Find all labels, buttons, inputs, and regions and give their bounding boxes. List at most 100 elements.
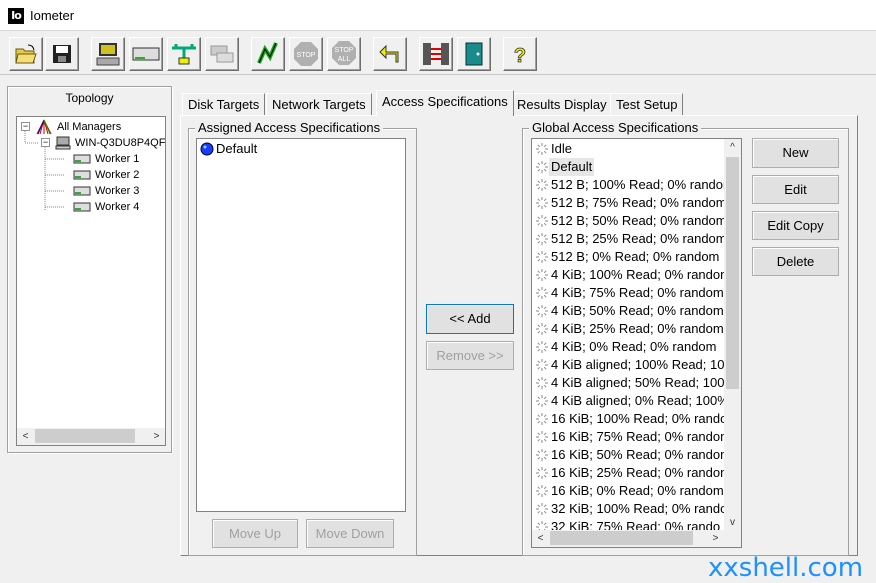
- list-item-label: 16 KiB; 0% Read; 0% random: [551, 483, 724, 498]
- list-item-label: 4 KiB; 25% Read; 0% random: [551, 321, 724, 336]
- toolbar: STOP STOP ALL ?: [0, 33, 876, 75]
- list-item-label: 512 B; 25% Read; 0% random: [551, 231, 727, 246]
- global-vscrollbar[interactable]: ^ v: [724, 139, 741, 531]
- collapse-icon[interactable]: −: [41, 138, 50, 147]
- window-title: Iometer: [30, 8, 75, 23]
- scroll-up-icon[interactable]: ^: [724, 139, 741, 156]
- global-hscrollbar[interactable]: < >: [532, 530, 741, 547]
- topology-tree[interactable]: − All Managers − WIN-Q3DU8P4QF Worker 1 …: [16, 116, 166, 446]
- access-spec-icon: [535, 178, 549, 197]
- save-icon: [53, 45, 71, 63]
- new-button[interactable]: New: [752, 138, 839, 168]
- tree-label: Worker 1: [95, 153, 140, 165]
- list-item-label: 512 B; 0% Read; 0% random: [551, 249, 720, 264]
- new-network-worker-button[interactable]: [167, 37, 201, 71]
- tab-test-setup[interactable]: Test Setup: [610, 93, 684, 116]
- access-spec-icon: [535, 394, 549, 413]
- edit-copy-button[interactable]: Edit Copy: [752, 211, 839, 240]
- list-item-label: 4 KiB aligned; 0% Read; 100%: [551, 393, 729, 408]
- list-item-label: 4 KiB; 0% Read; 0% random: [551, 339, 717, 354]
- scroll-thumb[interactable]: [35, 429, 135, 443]
- list-item-label: 4 KiB aligned; 100% Read; 10: [551, 357, 725, 372]
- stop-all-button[interactable]: STOP ALL: [327, 37, 361, 71]
- watermark: xxshell.com: [708, 553, 864, 583]
- tab-results-display[interactable]: Results Display: [511, 93, 613, 116]
- list-item-label: 16 KiB; 25% Read; 0% random: [551, 465, 731, 480]
- list-item-label: 4 KiB; 50% Read; 0% random: [551, 303, 724, 318]
- scroll-down-icon[interactable]: v: [724, 514, 741, 531]
- worker-disk-icon: [73, 154, 91, 164]
- all-managers-icon: [36, 119, 52, 135]
- global-specs-list[interactable]: Idle Default 512 B; 100% Read; 0% random 51…: [531, 138, 742, 548]
- access-spec-icon: [535, 412, 549, 431]
- new-network-worker-icon: [172, 44, 196, 65]
- tree-label: Worker 2: [95, 169, 140, 181]
- tab-disk-targets[interactable]: Disk Targets: [182, 93, 266, 116]
- app-logo-icon: Io: [8, 8, 24, 24]
- scroll-left-icon[interactable]: <: [532, 530, 549, 547]
- remove-button[interactable]: Remove >>: [426, 341, 514, 370]
- access-spec-icon: [535, 250, 549, 269]
- tab-access-specifications[interactable]: Access Specifications: [376, 90, 514, 116]
- open-button[interactable]: [9, 37, 43, 71]
- access-spec-icon: [535, 286, 549, 305]
- scroll-thumb[interactable]: [550, 531, 693, 545]
- access-spec-icon: [535, 160, 549, 179]
- disconnect-managers-button[interactable]: [419, 37, 453, 71]
- exit-button[interactable]: [457, 37, 491, 71]
- add-button[interactable]: << Add: [426, 304, 514, 334]
- list-item-label: Idle: [551, 141, 572, 156]
- access-spec-icon: [535, 232, 549, 251]
- access-spec-icon: [535, 340, 549, 359]
- assigned-specs-list[interactable]: Default: [196, 138, 406, 512]
- access-spec-icon: [535, 430, 549, 449]
- scroll-right-icon[interactable]: >: [148, 428, 165, 445]
- list-item-label: 4 KiB aligned; 50% Read; 100: [551, 375, 725, 390]
- display-button[interactable]: [91, 37, 125, 71]
- global-specs-label: Global Access Specifications: [529, 120, 702, 135]
- help-label: ?: [514, 45, 526, 67]
- exit-icon: [465, 42, 483, 66]
- access-spec-icon: [535, 466, 549, 485]
- move-up-button[interactable]: Move Up: [212, 519, 298, 548]
- stop-label: STOP: [297, 52, 316, 59]
- access-spec-icon: [535, 304, 549, 323]
- edit-button[interactable]: Edit: [752, 175, 839, 204]
- collapse-icon[interactable]: −: [21, 122, 30, 131]
- display-icon: [96, 43, 120, 66]
- reset-workers-icon: [379, 44, 399, 63]
- move-down-button[interactable]: Move Down: [306, 519, 394, 548]
- tree-label: Worker 3: [95, 185, 140, 197]
- list-item-label: 16 KiB; 75% Read; 0% random: [551, 429, 731, 444]
- stop-button[interactable]: STOP: [289, 37, 323, 71]
- access-spec-icon: [535, 196, 549, 215]
- access-spec-icon: [535, 484, 549, 503]
- scroll-left-icon[interactable]: <: [17, 428, 34, 445]
- scroll-right-icon[interactable]: >: [707, 530, 724, 547]
- new-disk-worker-button[interactable]: [129, 37, 163, 71]
- stop-all-icon: STOP ALL: [332, 41, 356, 65]
- access-spec-icon: [535, 448, 549, 467]
- new-disk-worker-icon: [132, 47, 160, 61]
- access-spec-icon: [535, 502, 549, 521]
- disconnect-managers-icon: [423, 43, 449, 65]
- tab-network-targets[interactable]: Network Targets: [266, 93, 372, 116]
- save-button[interactable]: [45, 37, 79, 71]
- computer-icon: [55, 136, 71, 150]
- topology-hscrollbar[interactable]: < >: [17, 428, 165, 445]
- delete-button[interactable]: Delete: [752, 247, 839, 276]
- help-icon: ?: [513, 45, 526, 67]
- default-spec-icon: [200, 142, 214, 156]
- duplicate-worker-button[interactable]: [205, 37, 239, 71]
- topology-title: Topology: [65, 91, 114, 105]
- tree-label: All Managers: [57, 121, 122, 133]
- list-item-label: 512 B; 75% Read; 0% random: [551, 195, 727, 210]
- help-button[interactable]: ?: [503, 37, 537, 71]
- access-spec-icon: [535, 322, 549, 341]
- duplicate-worker-icon: [210, 45, 234, 63]
- list-item-label: 512 B; 50% Read; 0% random: [551, 213, 727, 228]
- reset-workers-button[interactable]: [373, 37, 407, 71]
- start-tests-button[interactable]: [251, 37, 285, 71]
- title-bar: Io Iometer: [0, 0, 876, 31]
- scroll-thumb[interactable]: [726, 157, 739, 389]
